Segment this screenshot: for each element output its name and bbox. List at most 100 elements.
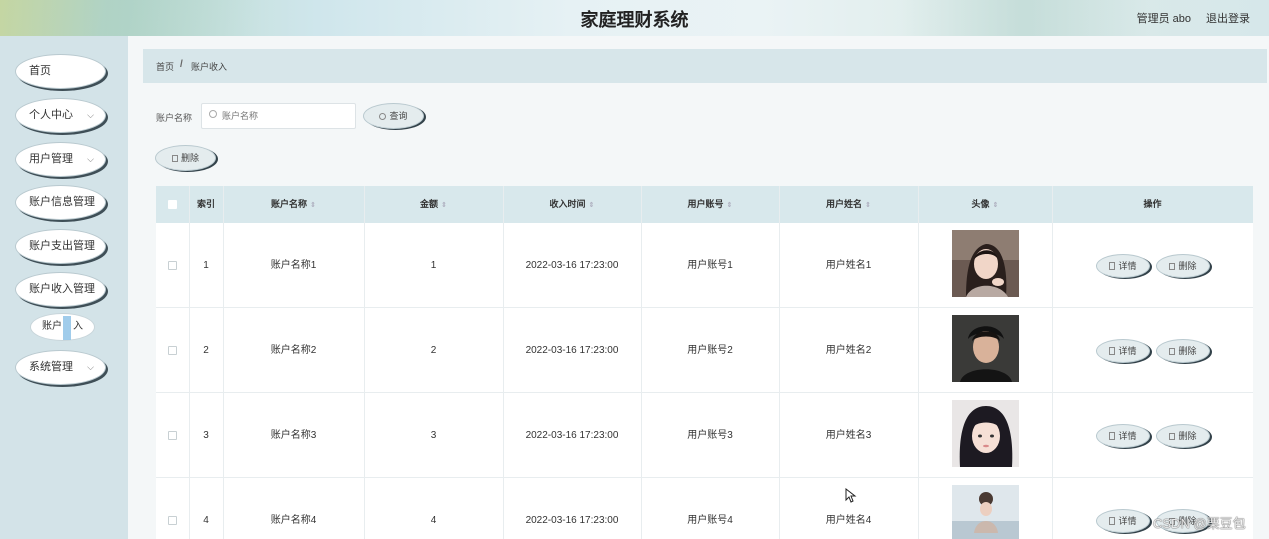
text-cursor-highlight bbox=[63, 316, 71, 340]
sidebar-item-home[interactable]: 首页 bbox=[15, 54, 106, 89]
row-checkbox[interactable] bbox=[168, 431, 177, 440]
sidebar-item-label: 系统管理 bbox=[29, 361, 73, 373]
search-label: 账户名称 bbox=[156, 113, 193, 123]
delete-button[interactable]: 删除 bbox=[1156, 254, 1210, 278]
cell-income-time: 2022-03-16 17:23:00 bbox=[525, 430, 619, 441]
cell-account-name: 账户名称3 bbox=[270, 430, 317, 441]
column-header-actions: 操作 bbox=[1143, 199, 1162, 209]
cell-amount: 4 bbox=[430, 515, 437, 526]
watermark: CSDN @栗豆包 bbox=[1153, 516, 1246, 531]
sidebar-item-user-management[interactable]: 用户管理 ⌵ bbox=[15, 142, 106, 177]
document-icon bbox=[1109, 432, 1116, 440]
batch-delete-label: 删除 bbox=[180, 153, 199, 163]
top-header: 家庭理财系统 管理员 abo 退出登录 bbox=[0, 0, 1269, 36]
subitem-label-part: 入 bbox=[73, 321, 83, 332]
trash-icon bbox=[1169, 348, 1176, 355]
avatar bbox=[952, 485, 1019, 539]
mouse-pointer-icon bbox=[845, 488, 857, 503]
avatar bbox=[952, 230, 1019, 297]
cell-amount: 3 bbox=[430, 430, 437, 441]
breadcrumb-separator: / bbox=[180, 59, 183, 70]
sort-icon[interactable]: ⇕ bbox=[441, 202, 447, 209]
sidebar-item-system-management[interactable]: 系统管理 ⌵ bbox=[15, 350, 106, 385]
chevron-down-icon: ⌵ bbox=[87, 154, 94, 164]
document-icon bbox=[1109, 262, 1116, 270]
breadcrumb-current: 账户收入 bbox=[191, 62, 228, 72]
cell-index: 1 bbox=[203, 260, 209, 271]
sidebar-item-label: 个人中心 bbox=[29, 109, 73, 121]
trash-icon bbox=[1169, 433, 1176, 440]
delete-button[interactable]: 删除 bbox=[1156, 339, 1210, 363]
column-header-avatar[interactable]: 头像 ⇕ bbox=[918, 186, 1052, 223]
sort-icon[interactable]: ⇕ bbox=[310, 202, 316, 209]
sidebar-item-account-info[interactable]: 账户信息管理 bbox=[15, 185, 106, 220]
sidebar-item-label: 账户支出管理 bbox=[29, 240, 95, 252]
sort-icon[interactable]: ⇕ bbox=[727, 202, 733, 209]
sidebar-item-label: 首页 bbox=[29, 65, 51, 77]
cell-account-name: 账户名称1 bbox=[270, 260, 317, 271]
detail-button[interactable]: 详情 bbox=[1096, 339, 1150, 363]
cell-account-name: 账户名称4 bbox=[270, 515, 317, 526]
sidebar-item-personal-center[interactable]: 个人中心 ⌵ bbox=[15, 98, 106, 133]
column-header-amount[interactable]: 金额 ⇕ bbox=[364, 186, 503, 223]
column-header-user-account[interactable]: 用户账号 ⇕ bbox=[641, 186, 779, 223]
detail-button[interactable]: 详情 bbox=[1096, 424, 1150, 448]
column-header-index: 索引 bbox=[196, 199, 215, 209]
cell-user-account: 用户账号2 bbox=[687, 345, 733, 356]
sidebar: 首页 个人中心 ⌵ 用户管理 ⌵ 账户信息管理 账户支出管理 账户收入管理 系统… bbox=[0, 36, 128, 539]
sidebar-item-account-income[interactable]: 账户收入管理 bbox=[15, 272, 106, 307]
column-header-user-name[interactable]: 用户姓名 ⇕ bbox=[779, 186, 918, 223]
column-header-income-time[interactable]: 收入时间 ⇕ bbox=[503, 186, 641, 223]
trash-icon bbox=[1169, 263, 1176, 270]
cell-user-name: 用户姓名1 bbox=[825, 260, 872, 271]
avatar bbox=[952, 315, 1019, 382]
query-button-label: 查询 bbox=[389, 111, 408, 121]
sort-icon[interactable]: ⇕ bbox=[589, 202, 595, 209]
breadcrumb-home[interactable]: 首页 bbox=[156, 60, 174, 73]
row-checkbox[interactable] bbox=[168, 346, 177, 355]
sidebar-item-label: 账户收入管理 bbox=[29, 283, 95, 295]
cell-income-time: 2022-03-16 17:23:00 bbox=[525, 260, 619, 271]
table-header: 索引 账户名称 ⇕ 金额 ⇕ 收入时间 ⇕ 用户账号 ⇕ 用户姓名 ⇕ 头像 ⇕ 操作 bbox=[156, 186, 1253, 223]
column-header-account-name[interactable]: 账户名称 ⇕ bbox=[223, 186, 364, 223]
breadcrumb: 首页 / 账户收入 bbox=[143, 49, 1267, 83]
batch-delete-button[interactable]: 删除 bbox=[155, 145, 216, 171]
row-checkbox[interactable] bbox=[168, 516, 177, 525]
cell-index: 2 bbox=[203, 345, 209, 356]
delete-button[interactable]: 删除 bbox=[1156, 424, 1210, 448]
query-button[interactable]: 查询 bbox=[363, 103, 424, 129]
cell-index: 4 bbox=[203, 515, 209, 526]
search-field[interactable] bbox=[201, 103, 356, 129]
cell-user-account: 用户账号4 bbox=[687, 515, 733, 526]
cell-account-name: 账户名称2 bbox=[270, 345, 317, 356]
sidebar-item-account-expense[interactable]: 账户支出管理 bbox=[15, 229, 106, 264]
table-row: 4 账户名称4 4 2022-03-16 17:23:00 用户账号4 用户姓名… bbox=[156, 478, 1253, 539]
sidebar-item-label: 账户信息管理 bbox=[29, 196, 95, 208]
cell-income-time: 2022-03-16 17:23:00 bbox=[525, 345, 619, 356]
document-icon bbox=[1109, 347, 1116, 355]
cell-user-account: 用户账号1 bbox=[687, 260, 733, 271]
sort-icon[interactable]: ⇕ bbox=[865, 202, 871, 209]
row-checkbox[interactable] bbox=[168, 261, 177, 270]
document-icon bbox=[1109, 517, 1116, 525]
cell-user-name: 用户姓名2 bbox=[825, 345, 872, 356]
detail-button[interactable]: 详情 bbox=[1096, 509, 1150, 533]
cell-user-account: 用户账号3 bbox=[687, 430, 733, 441]
select-all-checkbox[interactable] bbox=[168, 200, 177, 209]
chevron-down-icon: ⌵ bbox=[87, 362, 94, 372]
income-table: 索引 账户名称 ⇕ 金额 ⇕ 收入时间 ⇕ 用户账号 ⇕ 用户姓名 ⇕ 头像 ⇕ 操作 1 … bbox=[156, 186, 1253, 539]
table-row: 1 账户名称1 1 2022-03-16 17:23:00 用户账号1 用户姓名… bbox=[156, 223, 1253, 308]
admin-label: 管理员 abo bbox=[1136, 13, 1191, 25]
search-input[interactable] bbox=[222, 108, 347, 124]
cell-income-time: 2022-03-16 17:23:00 bbox=[525, 515, 619, 526]
cell-amount: 2 bbox=[430, 345, 437, 356]
logout-link[interactable]: 退出登录 bbox=[1206, 10, 1250, 26]
app-title: 家庭理财系统 bbox=[580, 10, 689, 30]
sort-icon[interactable]: ⇕ bbox=[993, 202, 999, 209]
table-row: 3 账户名称3 3 2022-03-16 17:23:00 用户账号3 用户姓名… bbox=[156, 393, 1253, 478]
sidebar-item-label: 用户管理 bbox=[29, 153, 73, 165]
detail-button[interactable]: 详情 bbox=[1096, 254, 1150, 278]
cell-index: 3 bbox=[203, 430, 209, 441]
search-icon bbox=[209, 110, 217, 118]
subitem-label-part: 账户 bbox=[42, 321, 62, 332]
